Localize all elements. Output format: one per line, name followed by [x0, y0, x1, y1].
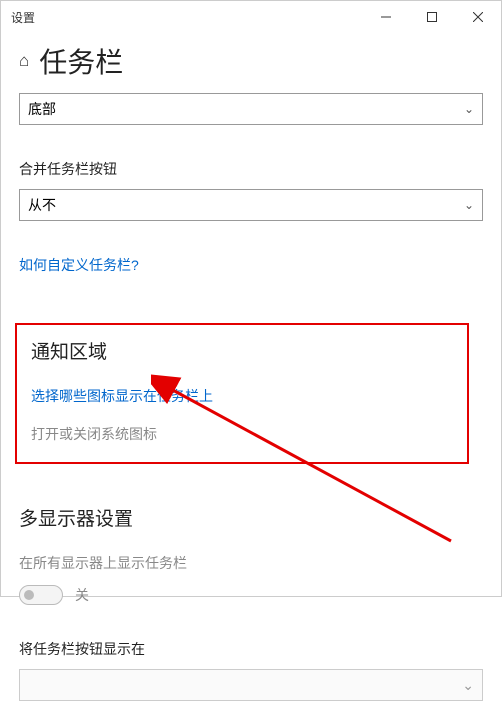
minimize-button[interactable]	[363, 1, 409, 33]
customize-taskbar-link[interactable]: 如何自定义任务栏?	[19, 255, 139, 275]
notification-area-title: 通知区域	[31, 337, 453, 364]
system-icons-link[interactable]: 打开或关闭系统图标	[31, 424, 453, 444]
show-on-all-toggle[interactable]: 关	[19, 585, 483, 605]
page-header: ⌂ 任务栏	[1, 33, 501, 87]
page-title: 任务栏	[39, 41, 123, 81]
chevron-down-icon: ⌄	[464, 198, 474, 212]
combine-buttons-dropdown[interactable]: 从不 ⌄	[19, 189, 483, 221]
window-titlebar: 设置	[1, 1, 501, 33]
chevron-down-icon: ⌄	[464, 102, 474, 116]
combine-buttons-value: 从不	[28, 195, 56, 215]
show-on-all-label: 在所有显示器上显示任务栏	[19, 553, 483, 573]
buttons-show-dropdown: ⌄	[19, 669, 483, 701]
taskbar-position-value: 底部	[28, 99, 56, 119]
taskbar-position-dropdown[interactable]: 底部 ⌄	[19, 93, 483, 125]
window-title: 设置	[11, 9, 35, 26]
toggle-state-label: 关	[75, 585, 89, 605]
combine-buttons-label: 合并任务栏按钮	[19, 159, 483, 179]
toggle-thumb	[24, 590, 34, 600]
chevron-down-icon: ⌄	[462, 677, 474, 694]
multi-display-title: 多显示器设置	[19, 504, 483, 531]
close-button[interactable]	[455, 1, 501, 33]
buttons-show-label: 将任务栏按钮显示在	[19, 639, 483, 659]
notification-area-section: 通知区域 选择哪些图标显示在任务栏上 打开或关闭系统图标	[15, 323, 469, 464]
toggle-track	[19, 585, 63, 605]
select-icons-link[interactable]: 选择哪些图标显示在任务栏上	[31, 386, 453, 406]
home-icon[interactable]: ⌂	[19, 51, 29, 71]
maximize-button[interactable]	[409, 1, 455, 33]
